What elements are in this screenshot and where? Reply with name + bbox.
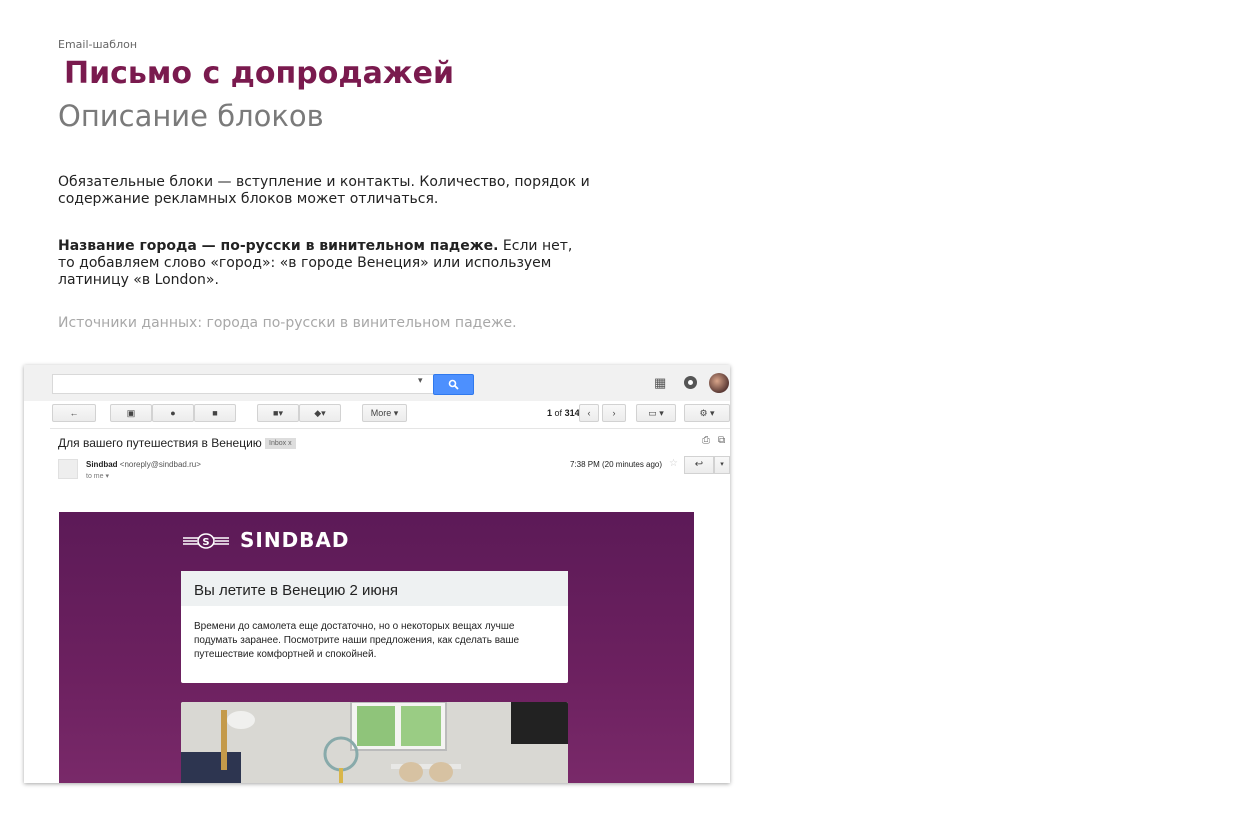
input-tools-button[interactable]: ▭ ▾ — [636, 404, 676, 422]
count-current: 1 — [547, 408, 553, 418]
print-icon[interactable]: ⎙ — [702, 435, 710, 446]
data-sources-note: Источники данных: города по-русски в вин… — [58, 315, 517, 331]
search-options-icon[interactable]: ▾ — [418, 375, 423, 386]
svg-text:S: S — [202, 537, 209, 548]
inbox-label[interactable]: Inbox x — [265, 438, 296, 449]
label-icon: ◆▾ — [314, 408, 326, 418]
intro-card-text: Времени до самолета еще достаточно, но о… — [194, 621, 520, 660]
sender: Sindbad <noreply@sindbad.ru> — [86, 460, 201, 469]
email-time: 7:38 PM (20 minutes ago) — [570, 460, 663, 469]
email-subject: Для вашего путешествия в Венецию — [58, 436, 262, 450]
page-title: Письмо с допродажей — [64, 56, 455, 91]
avatar[interactable] — [709, 373, 729, 393]
sender-avatar — [58, 459, 78, 479]
more-button[interactable]: More ▾ — [362, 404, 407, 422]
reply-icon: ↩ — [694, 459, 704, 470]
settings-button[interactable]: ⚙ ▾ — [684, 404, 730, 422]
description-paragraph: Обязательные блоки — вступление и контак… — [58, 174, 590, 207]
email-body: S SINDBAD Вы летите в Венецию 2 июня Вре… — [59, 512, 694, 783]
new-window-icon[interactable]: ⧉ — [718, 435, 725, 446]
archive-button[interactable]: ▣ — [110, 404, 152, 422]
brand-name: SINDBAD — [240, 528, 350, 552]
gmail-header: ▾ ▦ — [24, 365, 730, 401]
report-spam-button[interactable]: ● — [152, 404, 194, 422]
star-icon[interactable]: ☆ — [669, 458, 678, 469]
move-to-button[interactable]: ■▾ — [257, 404, 299, 422]
gmail-screenshot: ▾ ▦ ← ▣ ● ■ ■▾ ◆▾ More ▾ 1 of 314 ‹ › ▭ … — [24, 365, 730, 783]
newer-button[interactable]: ‹ — [579, 404, 599, 422]
trash-icon: ■ — [212, 408, 218, 418]
intro-card: Вы летите в Венецию 2 июня Времени до са… — [181, 571, 568, 683]
back-arrow-icon: ← — [69, 408, 79, 418]
keyboard-icon: ▭ ▾ — [648, 408, 664, 418]
folder-icon: ■▾ — [273, 408, 283, 418]
page-subtitle: Описание блоков — [58, 99, 324, 133]
room-photo-illustration — [181, 702, 568, 783]
archive-icon: ▣ — [126, 408, 136, 418]
to-me-text: to me — [86, 473, 104, 480]
count-of: of — [554, 408, 563, 418]
intro-card-header: Вы летите в Венецию 2 июня — [181, 571, 568, 606]
sindbad-logo-icon: S — [183, 533, 229, 549]
message-toolbar: ← ▣ ● ■ ■▾ ◆▾ More ▾ 1 of 314 ‹ › ▭ ▾ ⚙ … — [24, 401, 730, 428]
recipient[interactable]: to me ▾ — [86, 472, 109, 480]
search-input[interactable] — [52, 374, 434, 394]
apps-grid-icon[interactable]: ▦ — [654, 375, 666, 391]
search-button[interactable] — [433, 374, 474, 395]
gear-icon: ⚙ ▾ — [699, 408, 715, 418]
city-rule-bold: Название города — по-русски в винительно… — [58, 238, 499, 254]
close-icon[interactable]: x — [288, 440, 292, 447]
sender-name: Sindbad — [86, 460, 118, 469]
reply-button[interactable]: ↩ — [684, 456, 714, 474]
delete-button[interactable]: ■ — [194, 404, 236, 422]
city-rule-paragraph: Название города — по-русски в винительно… — [58, 238, 578, 289]
count-total: 314 — [564, 408, 580, 418]
back-button[interactable]: ← — [52, 404, 96, 422]
intro-card-title: Вы летите в Венецию 2 июня — [194, 582, 399, 599]
reply-more-button[interactable]: ▾ — [714, 456, 730, 474]
notifications-icon[interactable] — [684, 376, 697, 389]
search-icon — [448, 379, 459, 390]
labels-button[interactable]: ◆▾ — [299, 404, 341, 422]
sender-email: <noreply@sindbad.ru> — [119, 460, 201, 469]
details-dropdown-icon[interactable]: ▾ — [105, 473, 109, 480]
divider — [50, 428, 730, 429]
message-counter: 1 of 314 — [547, 408, 580, 418]
chevron-right-icon: › — [612, 408, 616, 418]
chevron-left-icon: ‹ — [587, 408, 591, 418]
older-button[interactable]: › — [602, 404, 626, 422]
inbox-label-text: Inbox — [269, 440, 287, 447]
kicker: Email-шаблон — [58, 38, 138, 51]
room-photo — [181, 702, 568, 783]
spam-icon: ● — [170, 408, 176, 418]
more-label: More — [370, 408, 392, 418]
chevron-down-icon: ▾ — [720, 461, 724, 468]
